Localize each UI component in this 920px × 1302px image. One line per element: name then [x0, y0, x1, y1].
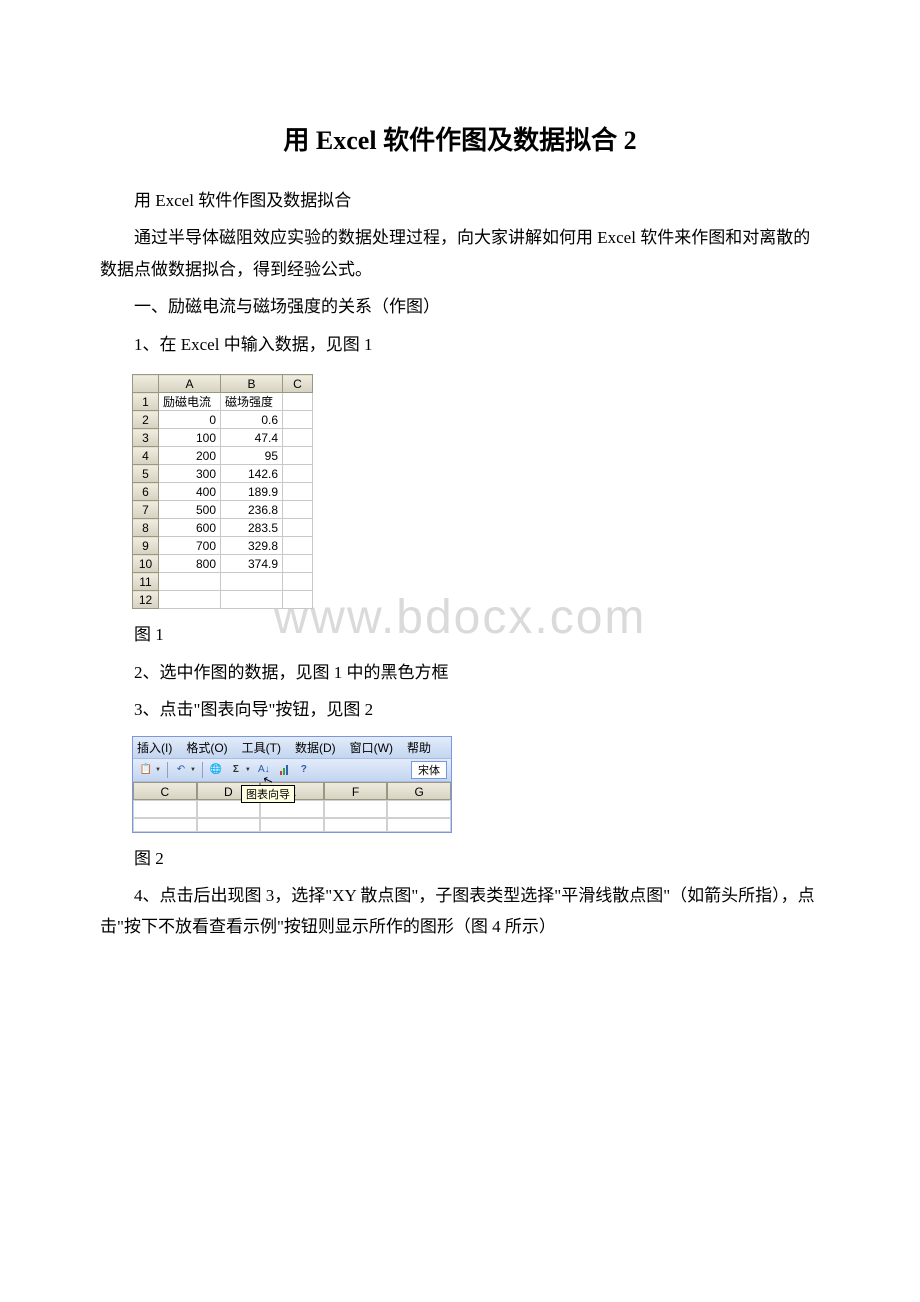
hyperlink-icon[interactable]: 🌐	[207, 761, 225, 779]
figure-2-caption: 图 2	[100, 843, 820, 874]
data-cell: 0.6	[221, 411, 283, 429]
empty-cell	[283, 519, 313, 537]
page-title: 用 Excel 软件作图及数据拟合 2	[100, 120, 820, 157]
menu-window[interactable]: 窗口(W)	[350, 739, 393, 756]
row-num: 1	[133, 393, 159, 411]
paragraph-intro-2: 通过半导体磁阻效应实验的数据处理过程，向大家讲解如何用 Excel 软件来作图和…	[100, 222, 820, 285]
data-cell: 600	[159, 519, 221, 537]
paste-icon[interactable]: 📋	[137, 761, 155, 779]
empty-cell	[283, 447, 313, 465]
data-cell: 800	[159, 555, 221, 573]
data-cell: 300	[159, 465, 221, 483]
figure-1-spreadsheet: A B C 1 励磁电流 磁场强度 200.6 310047.4 420095 …	[132, 374, 313, 609]
step-4: 4、点击后出现图 3，选择"XY 散点图"，子图表类型选择"平滑线散点图"（如箭…	[100, 880, 820, 943]
empty-cell	[283, 591, 313, 609]
paragraph-intro-1: 用 Excel 软件作图及数据拟合	[100, 185, 820, 216]
row-num: 10	[133, 555, 159, 573]
empty-cell	[159, 573, 221, 591]
menu-data[interactable]: 数据(D)	[295, 739, 336, 756]
data-cell: 0	[159, 411, 221, 429]
step-1: 1、在 Excel 中输入数据，见图 1	[100, 329, 820, 360]
empty-cell	[387, 800, 451, 818]
data-cell: 100	[159, 429, 221, 447]
dropdown-arrow-icon[interactable]: ▼	[190, 767, 196, 773]
dropdown-arrow-icon[interactable]: ▼	[245, 767, 251, 773]
row-num: 2	[133, 411, 159, 429]
row-num: 4	[133, 447, 159, 465]
figure-2-toolbar: 插入(I) 格式(O) 工具(T) 数据(D) 窗口(W) 帮助 📋 ▼ ↶ ▼…	[132, 736, 452, 833]
separator	[167, 762, 168, 778]
col-header-a: A	[159, 375, 221, 393]
undo-icon[interactable]: ↶	[172, 761, 190, 779]
menu-help[interactable]: 帮助	[407, 739, 431, 756]
empty-cell	[283, 483, 313, 501]
empty-cell	[283, 555, 313, 573]
section-heading-1: 一、励磁电流与磁场强度的关系（作图）	[100, 291, 820, 322]
row-num: 6	[133, 483, 159, 501]
empty-cell	[283, 411, 313, 429]
data-cell: 200	[159, 447, 221, 465]
empty-cell	[221, 591, 283, 609]
data-cell: 500	[159, 501, 221, 519]
empty-cell	[133, 818, 197, 832]
data-cell: 142.6	[221, 465, 283, 483]
col-header: G	[387, 782, 451, 800]
dropdown-arrow-icon[interactable]: ▼	[155, 767, 161, 773]
cell-row	[133, 818, 451, 832]
data-cell: 374.9	[221, 555, 283, 573]
chart-wizard-icon[interactable]	[275, 761, 293, 779]
data-cell: 283.5	[221, 519, 283, 537]
empty-cell	[387, 818, 451, 832]
empty-cell	[283, 465, 313, 483]
data-cell: 189.9	[221, 483, 283, 501]
row-num: 5	[133, 465, 159, 483]
step-2: 2、选中作图的数据，见图 1 中的黑色方框	[100, 657, 820, 688]
figure-1-caption: 图 1	[100, 619, 820, 650]
step-3: 3、点击"图表向导"按钮，见图 2	[100, 694, 820, 725]
data-cell: 329.8	[221, 537, 283, 555]
empty-cell	[221, 573, 283, 591]
empty-cell	[283, 501, 313, 519]
row-num: 9	[133, 537, 159, 555]
empty-cell	[324, 818, 388, 832]
chart-wizard-tooltip: 图表向导	[241, 785, 295, 803]
menu-insert[interactable]: 插入(I)	[137, 739, 172, 756]
font-selector[interactable]: 宋体	[411, 761, 447, 779]
help-icon[interactable]: ?	[295, 761, 313, 779]
row-num: 11	[133, 573, 159, 591]
empty-cell	[324, 800, 388, 818]
col-header: C	[133, 782, 197, 800]
separator	[202, 762, 203, 778]
empty-cell	[283, 573, 313, 591]
autosum-icon[interactable]: Σ	[227, 761, 245, 779]
menubar: 插入(I) 格式(O) 工具(T) 数据(D) 窗口(W) 帮助	[133, 737, 451, 759]
row-num: 7	[133, 501, 159, 519]
empty-cell	[260, 818, 324, 832]
toolbar: 📋 ▼ ↶ ▼ 🌐 Σ ▼ A↓ ? ↖ 图表向导 宋体	[133, 759, 451, 782]
data-cell: 236.8	[221, 501, 283, 519]
row-num: 8	[133, 519, 159, 537]
cell-b1: 磁场强度	[221, 393, 283, 411]
col-header-c: C	[283, 375, 313, 393]
empty-cell	[133, 800, 197, 818]
empty-cell	[283, 429, 313, 447]
empty-cell	[159, 591, 221, 609]
row-num: 3	[133, 429, 159, 447]
col-header: F	[324, 782, 388, 800]
menu-tools[interactable]: 工具(T)	[242, 739, 281, 756]
data-cell: 47.4	[221, 429, 283, 447]
empty-cell	[197, 818, 261, 832]
data-cell: 400	[159, 483, 221, 501]
data-cell: 700	[159, 537, 221, 555]
empty-cell	[283, 537, 313, 555]
col-header-b: B	[221, 375, 283, 393]
row-num: 12	[133, 591, 159, 609]
cell-a1: 励磁电流	[159, 393, 221, 411]
corner-cell	[133, 375, 159, 393]
data-cell: 95	[221, 447, 283, 465]
cell-c1	[283, 393, 313, 411]
menu-format[interactable]: 格式(O)	[186, 739, 227, 756]
